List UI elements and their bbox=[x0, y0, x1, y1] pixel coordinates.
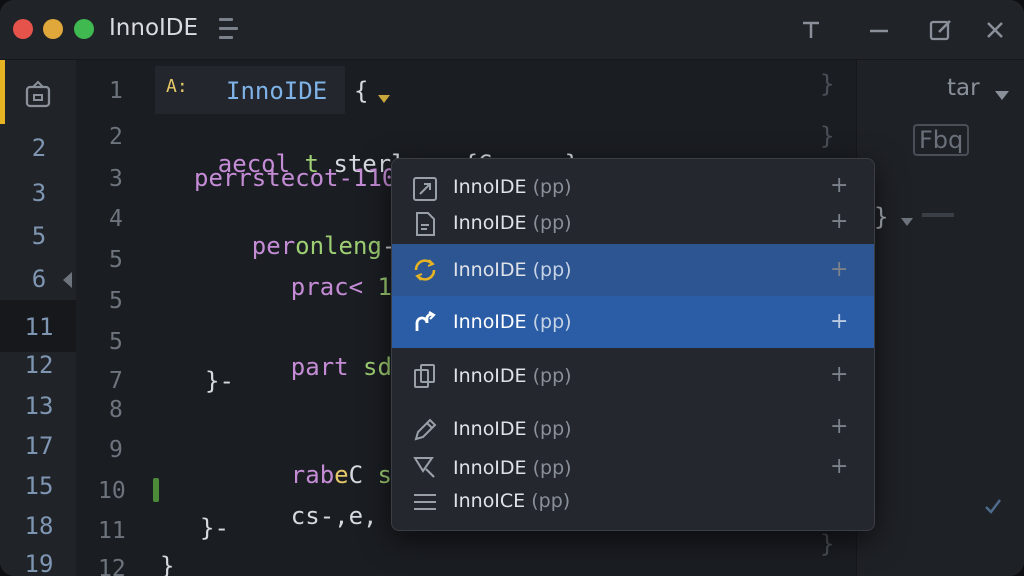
line-number: 5 bbox=[109, 329, 123, 355]
minimize-window-button[interactable] bbox=[43, 19, 63, 39]
activity-line-number: 17 bbox=[24, 432, 54, 460]
pencil-icon bbox=[412, 417, 438, 443]
dropdown-item[interactable]: InnoIDE (pp) + bbox=[392, 244, 874, 296]
tab-title: InnoIDE bbox=[226, 77, 328, 105]
code-line: }- bbox=[205, 367, 234, 395]
file-icon bbox=[412, 211, 438, 237]
open-brace: { bbox=[354, 77, 369, 105]
line-number: 3 bbox=[109, 166, 123, 192]
line-number: 12 bbox=[98, 556, 126, 576]
code-line: perrstecot-110 bbox=[194, 164, 397, 192]
brace-guide: } bbox=[820, 530, 835, 558]
dropdown-item[interactable]: InnoIDE (pp) + bbox=[392, 349, 874, 401]
autocomplete-dropdown: InnoIDE (pp) + InnoIDE (pp) + InnoIDE (p… bbox=[391, 158, 875, 531]
line-number: 8 bbox=[109, 397, 123, 423]
change-marker bbox=[153, 478, 159, 502]
add-icon[interactable]: + bbox=[830, 309, 848, 334]
item-label: InnoICE bbox=[453, 490, 526, 512]
app-title: InnoIDE bbox=[109, 15, 199, 41]
list-icon bbox=[412, 489, 438, 515]
hook-icon bbox=[412, 309, 438, 335]
panel-tab-label[interactable]: tar bbox=[947, 75, 980, 101]
activity-line-number: 13 bbox=[24, 392, 54, 420]
menu-icon[interactable] bbox=[219, 18, 239, 40]
add-icon[interactable]: + bbox=[830, 209, 848, 234]
line-number: 5 bbox=[109, 288, 123, 314]
panel-icon[interactable]: Fbq bbox=[913, 124, 970, 156]
maximize-window-button[interactable] bbox=[74, 19, 94, 39]
add-icon[interactable]: + bbox=[830, 414, 848, 439]
item-label: InnoIDE bbox=[453, 259, 527, 281]
sync-icon bbox=[412, 257, 438, 283]
close-brace: } bbox=[874, 203, 889, 231]
item-suffix: (pp) bbox=[531, 490, 571, 512]
line-number: 9 bbox=[109, 437, 123, 463]
line-number: 4 bbox=[109, 206, 123, 232]
activity-line-number: 19 bbox=[24, 550, 54, 576]
edit-icon[interactable] bbox=[927, 16, 955, 44]
package-icon[interactable] bbox=[22, 78, 54, 110]
copy-icon bbox=[412, 363, 438, 389]
code-line: } bbox=[160, 552, 175, 576]
line-number: 1 bbox=[109, 78, 123, 104]
activity-line-number: 2 bbox=[31, 134, 47, 162]
activity-line-number: 3 bbox=[31, 179, 47, 207]
braces-icon: A: bbox=[166, 76, 188, 97]
add-icon[interactable]: + bbox=[830, 257, 848, 282]
item-label: InnoIDE bbox=[453, 418, 527, 440]
item-label: InnoIDE bbox=[453, 176, 527, 198]
activity-line-number: 6 bbox=[31, 265, 47, 293]
item-suffix: (pp) bbox=[532, 311, 572, 333]
item-suffix: (pp) bbox=[532, 176, 572, 198]
dropdown-item-selected[interactable]: InnoIDE (pp) + bbox=[392, 296, 874, 348]
item-suffix: (pp) bbox=[532, 365, 572, 387]
divider bbox=[922, 213, 954, 217]
close-window-button[interactable] bbox=[13, 19, 33, 39]
line-number: 2 bbox=[109, 124, 123, 150]
ide-window: InnoIDE 2 3 5 6 11 12 13 17 15 18 19 1 2… bbox=[0, 0, 1024, 576]
item-suffix: (pp) bbox=[532, 212, 572, 234]
activity-line-number: 15 bbox=[24, 472, 54, 500]
line-number: 10 bbox=[98, 478, 126, 504]
add-icon[interactable]: + bbox=[830, 173, 848, 198]
check-icon bbox=[984, 498, 1002, 518]
minimize-icon[interactable] bbox=[865, 16, 893, 44]
caret-left-icon bbox=[60, 270, 74, 294]
text-icon[interactable] bbox=[797, 16, 825, 44]
line-number: 11 bbox=[98, 518, 126, 544]
line-number: 7 bbox=[109, 368, 123, 394]
brace-guide: } bbox=[820, 122, 835, 150]
activity-line-number: 11 bbox=[24, 313, 54, 341]
activity-line-number: 5 bbox=[31, 222, 47, 250]
line-number: 5 bbox=[109, 247, 123, 273]
activity-line-number: 18 bbox=[24, 512, 54, 540]
item-suffix: (pp) bbox=[532, 457, 572, 479]
close-icon[interactable] bbox=[981, 16, 1009, 44]
activity-line-number: 12 bbox=[24, 351, 54, 379]
item-suffix: (pp) bbox=[532, 259, 572, 281]
add-icon[interactable]: + bbox=[830, 362, 848, 387]
item-suffix: (pp) bbox=[532, 418, 572, 440]
item-label: InnoIDE bbox=[453, 311, 527, 333]
add-icon[interactable]: + bbox=[830, 454, 848, 479]
chevron-down-icon[interactable] bbox=[994, 86, 1010, 105]
item-label: InnoIDE bbox=[453, 212, 527, 234]
code-line: }- bbox=[200, 514, 229, 542]
dropdown-arrow-icon[interactable] bbox=[377, 89, 391, 108]
brace-guide: } bbox=[820, 70, 835, 98]
item-label: InnoIDE bbox=[453, 457, 527, 479]
active-indicator bbox=[0, 60, 5, 124]
item-label: InnoIDE bbox=[453, 365, 527, 387]
title-bar: InnoIDE bbox=[0, 0, 1024, 60]
filter-icon[interactable] bbox=[900, 212, 914, 231]
dropdown-item[interactable]: InnoICE (pp) bbox=[392, 477, 874, 529]
